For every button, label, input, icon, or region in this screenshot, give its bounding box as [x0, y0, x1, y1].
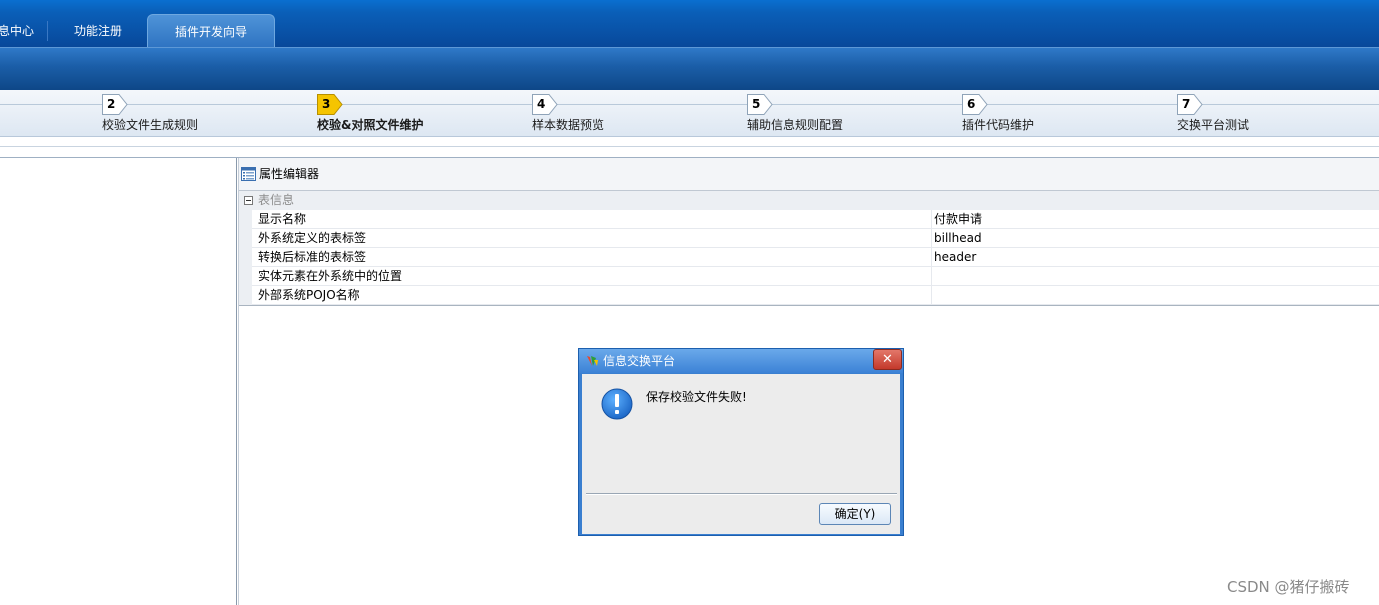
- top-tab-bar: 息中心 功能注册 插件开发向导: [0, 0, 1379, 47]
- property-group-title: 表信息: [258, 193, 295, 207]
- app-logo-icon: [587, 356, 598, 366]
- step-badge-icon: 2: [102, 94, 128, 116]
- property-name: 实体元素在外系统中的位置: [258, 269, 403, 283]
- step-label: 样本数据预览: [532, 118, 605, 132]
- step-label: 插件代码维护: [962, 118, 1035, 132]
- step-badge-icon: 7: [1177, 94, 1203, 116]
- close-button[interactable]: ✕: [873, 349, 902, 370]
- property-table-border: [239, 305, 1379, 306]
- left-tree-panel[interactable]: [0, 158, 237, 605]
- step-badge-icon: 5: [747, 94, 773, 116]
- wizard-step-4[interactable]: 4 样本数据预览: [532, 94, 732, 134]
- wizard-step-5[interactable]: 5 辅助信息规则配置: [747, 94, 947, 134]
- step-badge-icon: 4: [532, 94, 558, 116]
- ok-button[interactable]: 确定(Y): [819, 503, 891, 525]
- property-value: billhead: [934, 231, 982, 245]
- property-value: header: [934, 250, 977, 264]
- step-badge-icon: 6: [962, 94, 988, 116]
- property-name: 外部系统POJO名称: [258, 288, 360, 302]
- close-icon: ✕: [882, 352, 893, 367]
- tab-divider: [47, 21, 48, 41]
- step-label: 校验&对照文件维护: [317, 118, 424, 132]
- property-value-cell[interactable]: [931, 267, 1379, 286]
- ok-button-label: 确定(Y): [834, 507, 876, 521]
- wizard-step-3[interactable]: 3 校验&对照文件维护: [317, 94, 517, 134]
- property-row[interactable]: 外部系统POJO名称: [239, 286, 1379, 305]
- property-name: 显示名称: [258, 212, 307, 226]
- property-row[interactable]: 外系统定义的表标签 billhead: [239, 229, 1379, 248]
- tab-function-register[interactable]: 功能注册: [58, 14, 138, 47]
- property-list-icon: [241, 167, 256, 181]
- step-label: 辅助信息规则配置: [747, 118, 844, 132]
- property-value: 付款申请: [934, 212, 983, 226]
- step-label: 校验文件生成规则: [102, 118, 199, 132]
- property-value-cell[interactable]: [931, 286, 1379, 305]
- error-dialog: 信息交换平台 ✕ 保存校验文件失败! 确定(Y): [578, 348, 904, 536]
- wizard-step-2[interactable]: 2 校验文件生成规则: [102, 94, 302, 134]
- property-value-cell[interactable]: billhead: [931, 229, 1379, 248]
- property-editor-header: 属性编辑器: [239, 158, 1379, 191]
- watermark-text: CSDN @猪仔搬砖: [1227, 578, 1350, 596]
- property-name: 转换后标准的表标签: [258, 250, 367, 264]
- collapse-toggle-icon[interactable]: [244, 196, 253, 205]
- property-value-cell[interactable]: 付款申请: [931, 210, 1379, 229]
- sub-header-bar: [0, 47, 1379, 90]
- toolbar-strip: [0, 137, 1379, 158]
- dialog-body: 保存校验文件失败! 确定(Y): [582, 374, 900, 534]
- property-value-cell[interactable]: header: [931, 248, 1379, 267]
- tab-message-center[interactable]: 息中心: [0, 14, 47, 47]
- dialog-title: 信息交换平台: [603, 354, 676, 368]
- wizard-step-7[interactable]: 7 交换平台测试: [1177, 94, 1377, 134]
- step-label: 交换平台测试: [1177, 118, 1250, 132]
- tab-plugin-wizard[interactable]: 插件开发向导: [147, 14, 275, 47]
- step-badge-icon: 3: [317, 94, 343, 116]
- property-name: 外系统定义的表标签: [258, 231, 367, 245]
- property-row[interactable]: 实体元素在外系统中的位置: [239, 267, 1379, 286]
- wizard-steps: 2 校验文件生成规则 3 校验&对照文件维护 4 样本数据预览 5 辅助信息规则…: [0, 90, 1379, 137]
- property-editor-title: 属性编辑器: [259, 167, 320, 181]
- wizard-step-6[interactable]: 6 插件代码维护: [962, 94, 1162, 134]
- property-group-row[interactable]: 表信息: [239, 191, 1379, 210]
- dialog-message: 保存校验文件失败!: [646, 390, 747, 404]
- property-row[interactable]: 显示名称 付款申请: [239, 210, 1379, 229]
- exclamation-icon: [601, 388, 633, 420]
- property-row[interactable]: 转换后标准的表标签 header: [239, 248, 1379, 267]
- dialog-titlebar[interactable]: 信息交换平台 ✕: [579, 349, 903, 373]
